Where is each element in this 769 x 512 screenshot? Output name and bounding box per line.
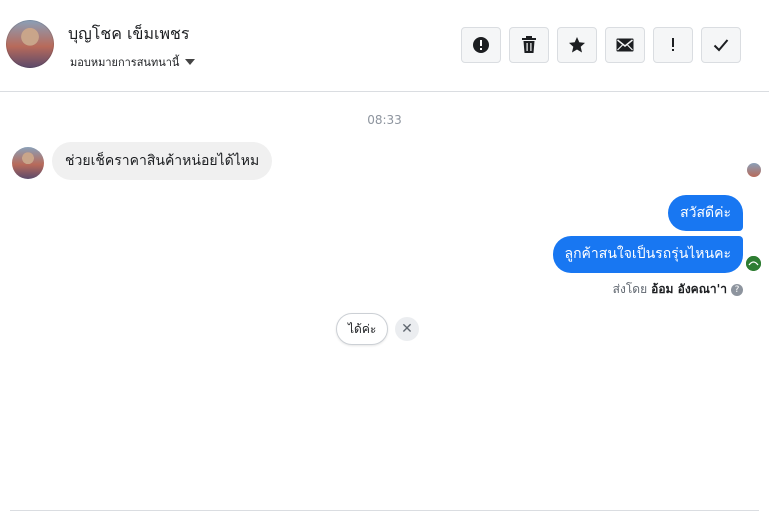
caret-down-icon <box>185 59 196 65</box>
incoming-message[interactable]: ช่วยเช็คราคาสินค้าหน่อยได้ไหม <box>52 142 273 180</box>
quick-reply-chip[interactable]: ได้ค่ะ <box>336 313 389 345</box>
spam-button[interactable] <box>461 27 501 63</box>
exclamation-icon <box>672 38 674 51</box>
star-button[interactable] <box>557 27 597 63</box>
mark-unread-button[interactable] <box>605 27 645 63</box>
trash-icon <box>522 36 536 53</box>
dismiss-quick-reply-button[interactable]: ✕ <box>395 317 419 341</box>
conversation-header: บุญโชค เข็มเพชร มอบหมายการสนทนานี้ <box>0 0 769 92</box>
exclamation-circle-icon <box>473 37 489 53</box>
composer-divider <box>10 510 759 511</box>
sent-by-prefix: ส่งโดย <box>612 282 648 296</box>
sent-by-label: ส่งโดย อ้อม อังคณา'า ? <box>613 280 743 299</box>
contact-name[interactable]: บุญโชค เข็มเพชร <box>68 22 189 47</box>
assign-label: มอบหมายการสนทนานี้ <box>70 56 180 69</box>
star-icon <box>569 37 585 53</box>
message-timestamp: 08:33 <box>367 113 402 127</box>
help-icon[interactable]: ? <box>731 283 743 296</box>
delete-button[interactable] <box>509 27 549 63</box>
mark-done-button[interactable] <box>701 27 741 63</box>
outgoing-message[interactable]: สวัสดีค่ะ <box>668 195 743 231</box>
seen-indicator-avatar <box>747 163 761 177</box>
page-avatar <box>746 256 761 271</box>
sent-by-name[interactable]: อ้อม อังคณา'า <box>651 280 727 299</box>
sender-avatar[interactable] <box>12 147 44 179</box>
follow-up-button[interactable] <box>653 27 693 63</box>
checkmark-icon <box>713 39 729 52</box>
outgoing-message[interactable]: ลูกค้าสนใจเป็นรถรุ่นไหนคะ <box>552 236 743 273</box>
envelope-icon <box>616 38 634 52</box>
contact-avatar[interactable] <box>6 20 54 68</box>
assign-conversation-dropdown[interactable]: มอบหมายการสนทนานี้ <box>70 53 196 71</box>
page-logo-icon <box>746 256 761 271</box>
